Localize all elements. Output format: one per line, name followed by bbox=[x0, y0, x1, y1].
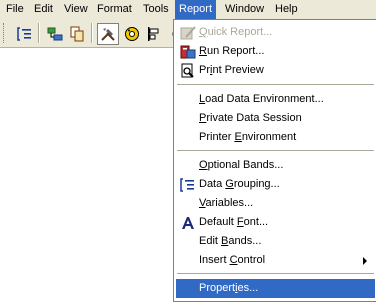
menu-item-optional-bands[interactable]: Optional Bands... bbox=[176, 156, 375, 175]
menu-separator bbox=[177, 150, 374, 152]
menu-item-run-report[interactable]: Run Report... bbox=[176, 42, 375, 61]
submenu-arrow-icon bbox=[363, 257, 367, 265]
font-icon bbox=[179, 214, 196, 231]
menu-separator bbox=[177, 84, 374, 86]
menu-item-label: Properties... bbox=[199, 282, 259, 294]
menu-item-load-data-environment[interactable]: Load Data Environment... bbox=[176, 90, 375, 109]
data-environment-icon bbox=[47, 27, 63, 41]
menu-format[interactable]: Format bbox=[93, 0, 136, 19]
menu-help[interactable]: Help bbox=[271, 0, 302, 19]
menu-item-label: Edit Bands... bbox=[199, 235, 262, 247]
menu-item-insert-control[interactable]: Insert Control bbox=[176, 251, 375, 270]
layout-tools-button[interactable] bbox=[97, 23, 119, 45]
menu-item-label: Quick Report... bbox=[199, 26, 273, 38]
menu-window[interactable]: Window bbox=[221, 0, 268, 19]
menu-item-quick-report[interactable]: Quick Report... bbox=[176, 23, 375, 42]
menu-item-label: Variables... bbox=[199, 197, 254, 209]
toolbar-separator bbox=[38, 23, 40, 43]
menu-item-label: Load Data Environment... bbox=[199, 93, 324, 105]
menu-item-properties[interactable]: Properties... bbox=[176, 279, 375, 298]
menu-item-default-font[interactable]: Default Font... bbox=[176, 213, 375, 232]
menu-report[interactable]: Report bbox=[175, 0, 217, 19]
run-report-icon bbox=[179, 43, 196, 60]
menu-item-label: Printer Environment bbox=[199, 131, 297, 143]
menu-item-data-grouping[interactable]: Data Grouping... bbox=[176, 175, 375, 194]
menu-item-label: Optional Bands... bbox=[199, 159, 284, 171]
menu-item-variables[interactable]: Variables... bbox=[176, 194, 375, 213]
menu-file[interactable]: File bbox=[2, 0, 28, 19]
align-icon bbox=[148, 27, 159, 41]
menu-item-edit-bands[interactable]: Edit Bands... bbox=[176, 232, 375, 251]
menu-item-label: Data Grouping... bbox=[199, 178, 280, 190]
menu-tools[interactable]: Tools bbox=[139, 0, 173, 19]
toolbar-grip[interactable] bbox=[3, 23, 7, 43]
menu-edit[interactable]: Edit bbox=[30, 0, 57, 19]
menu-item-private-data-session[interactable]: Private Data Session bbox=[176, 109, 375, 128]
data-grouping-icon bbox=[179, 176, 196, 193]
menu-item-print-preview[interactable]: Print Preview bbox=[176, 61, 375, 80]
menu-item-label: Private Data Session bbox=[199, 112, 302, 124]
data-environment-button[interactable] bbox=[44, 23, 66, 45]
menu-bar: File Edit View Format Tools Report Windo… bbox=[0, 0, 376, 19]
copy-icon bbox=[70, 26, 84, 42]
color-palette-button[interactable] bbox=[121, 23, 143, 45]
menu-item-label: Run Report... bbox=[199, 45, 265, 57]
report-dropdown-menu: Quick Report... Run Report... Print Prev… bbox=[173, 19, 376, 302]
align-button[interactable] bbox=[143, 23, 165, 45]
menu-item-label: Insert Control bbox=[199, 254, 266, 266]
print-preview-icon bbox=[179, 62, 196, 79]
quick-report-icon bbox=[179, 24, 196, 41]
menu-item-label: Print Preview bbox=[199, 64, 264, 76]
menu-item-label: Default Font... bbox=[199, 216, 269, 228]
menu-view[interactable]: View bbox=[60, 0, 92, 19]
copy-button[interactable] bbox=[66, 23, 88, 45]
toolbar-separator bbox=[91, 23, 93, 43]
data-grouping-button[interactable] bbox=[14, 23, 36, 45]
menu-item-printer-environment[interactable]: Printer Environment bbox=[176, 128, 375, 147]
color-palette-icon bbox=[125, 27, 139, 41]
menu-separator bbox=[177, 273, 374, 275]
layout-tools-icon bbox=[101, 28, 115, 41]
data-grouping-icon bbox=[17, 27, 31, 41]
